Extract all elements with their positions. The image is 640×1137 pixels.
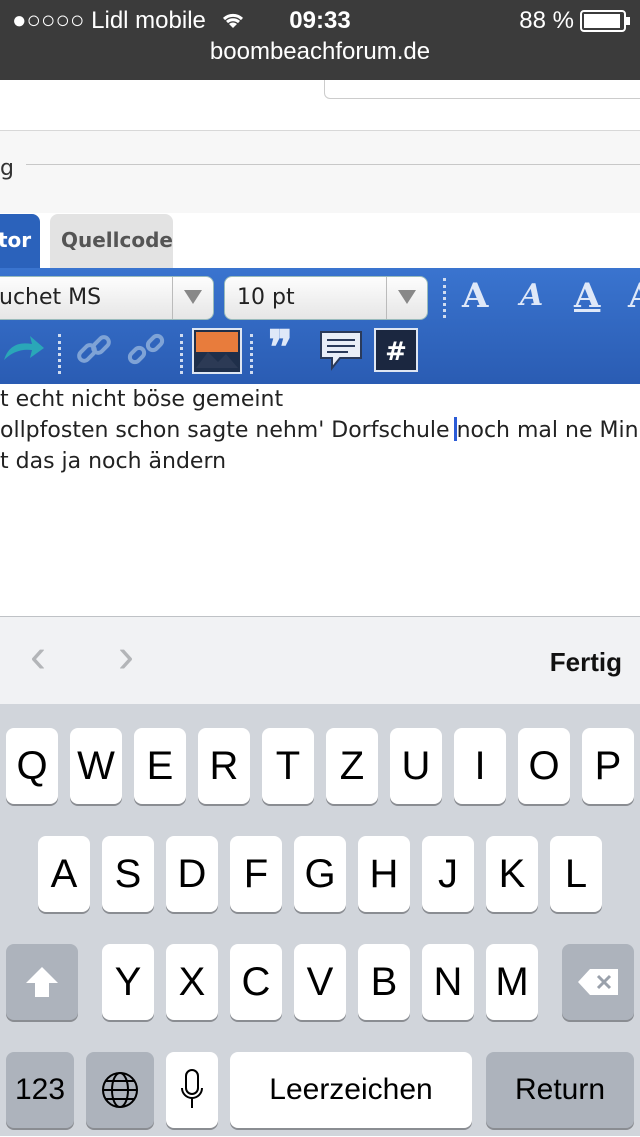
- font-strike-icon[interactable]: A: [628, 276, 640, 316]
- key-y[interactable]: Y: [102, 944, 154, 1020]
- form-band: [0, 131, 640, 213]
- text-line: ollpfosten schon sagte nehm' Dorfschule n…: [0, 417, 639, 443]
- separator: [58, 334, 61, 374]
- key-z[interactable]: Z: [326, 728, 378, 804]
- text-input-partial[interactable]: [324, 80, 640, 99]
- key-u[interactable]: U: [390, 728, 442, 804]
- fieldset-line: [26, 164, 640, 165]
- key-a[interactable]: A: [38, 836, 90, 912]
- comment-icon[interactable]: [318, 328, 364, 374]
- editor-content[interactable]: t echt nicht böse gemeint ollpfosten sch…: [0, 384, 640, 477]
- backspace-icon: [578, 969, 618, 995]
- microphone-icon: [181, 1069, 203, 1108]
- done-button[interactable]: Fertig: [550, 647, 622, 678]
- link-icon[interactable]: [74, 330, 114, 370]
- key-h[interactable]: H: [358, 836, 410, 912]
- key-q[interactable]: Q: [6, 728, 58, 804]
- key-f[interactable]: F: [230, 836, 282, 912]
- globe-key[interactable]: [86, 1052, 154, 1128]
- key-l[interactable]: L: [550, 836, 602, 912]
- separator: [180, 334, 183, 374]
- font-italic-icon[interactable]: A: [520, 278, 543, 313]
- web-page: g tor Quellcode uchet MS 10 pt A A A A: [0, 80, 640, 616]
- size-select-value: 10 pt: [237, 285, 295, 310]
- editor-toolbar: uchet MS 10 pt A A A A ❞: [0, 268, 640, 384]
- space-key[interactable]: Leerzeichen: [230, 1052, 472, 1128]
- tab-source-label: Quellcode: [61, 228, 173, 252]
- key-r[interactable]: R: [198, 728, 250, 804]
- status-bar: ●○○○○ Lidl mobile 09:33 88 % boombeachfo…: [0, 0, 640, 80]
- key-w[interactable]: W: [70, 728, 122, 804]
- back-chevron-icon[interactable]: ‹: [30, 629, 46, 684]
- size-select[interactable]: 10 pt: [224, 276, 428, 320]
- globe-icon: [102, 1072, 138, 1108]
- font-select-value: uchet MS: [0, 285, 102, 310]
- key-s[interactable]: S: [102, 836, 154, 912]
- address-bar-url[interactable]: boombeachforum.de: [0, 38, 640, 66]
- dictation-key[interactable]: [166, 1052, 218, 1128]
- unlink-icon[interactable]: [126, 330, 166, 370]
- key-k[interactable]: K: [486, 836, 538, 912]
- key-p[interactable]: P: [582, 728, 634, 804]
- text-line: t das ja noch ändern: [0, 449, 227, 474]
- text-line: t echt nicht böse gemeint: [0, 387, 284, 412]
- key-m[interactable]: M: [486, 944, 538, 1020]
- key-j[interactable]: J: [422, 836, 474, 912]
- numbers-key[interactable]: 123: [6, 1052, 74, 1128]
- keyboard: QWERTZUIOP ASDFGHJKL YXCVBNM 123 Leerzei…: [0, 704, 640, 1136]
- battery-percent: 88 %: [519, 7, 574, 34]
- return-key[interactable]: Return: [486, 1052, 634, 1128]
- tab-source[interactable]: Quellcode: [50, 214, 173, 268]
- forward-chevron-icon[interactable]: ›: [118, 629, 134, 684]
- key-x[interactable]: X: [166, 944, 218, 1020]
- key-o[interactable]: O: [518, 728, 570, 804]
- font-outline-icon[interactable]: A: [462, 276, 488, 316]
- separator: [443, 278, 446, 318]
- tab-editor[interactable]: tor: [0, 214, 40, 268]
- key-t[interactable]: T: [262, 728, 314, 804]
- chevron-down-icon: [386, 277, 427, 319]
- chevron-down-icon: [172, 277, 213, 319]
- shift-key[interactable]: [6, 944, 78, 1020]
- svg-text:#: #: [385, 337, 407, 367]
- key-b[interactable]: B: [358, 944, 410, 1020]
- key-g[interactable]: G: [294, 836, 346, 912]
- redo-icon[interactable]: [0, 330, 48, 370]
- fieldset-legend: g: [0, 156, 14, 181]
- key-i[interactable]: I: [454, 728, 506, 804]
- keyboard-accessory-bar: ‹ › Fertig: [0, 616, 640, 705]
- key-c[interactable]: C: [230, 944, 282, 1020]
- image-icon[interactable]: [192, 328, 242, 374]
- tab-editor-label: tor: [0, 228, 32, 252]
- separator: [250, 334, 253, 374]
- key-n[interactable]: N: [422, 944, 474, 1020]
- font-underline-icon[interactable]: A: [574, 276, 600, 316]
- quote-icon[interactable]: ❞: [268, 320, 293, 374]
- hash-icon[interactable]: #: [374, 328, 418, 372]
- font-select[interactable]: uchet MS: [0, 276, 214, 320]
- key-d[interactable]: D: [166, 836, 218, 912]
- battery-icon: [580, 10, 630, 32]
- key-e[interactable]: E: [134, 728, 186, 804]
- shift-icon: [26, 967, 58, 997]
- key-v[interactable]: V: [294, 944, 346, 1020]
- backspace-key[interactable]: [562, 944, 634, 1020]
